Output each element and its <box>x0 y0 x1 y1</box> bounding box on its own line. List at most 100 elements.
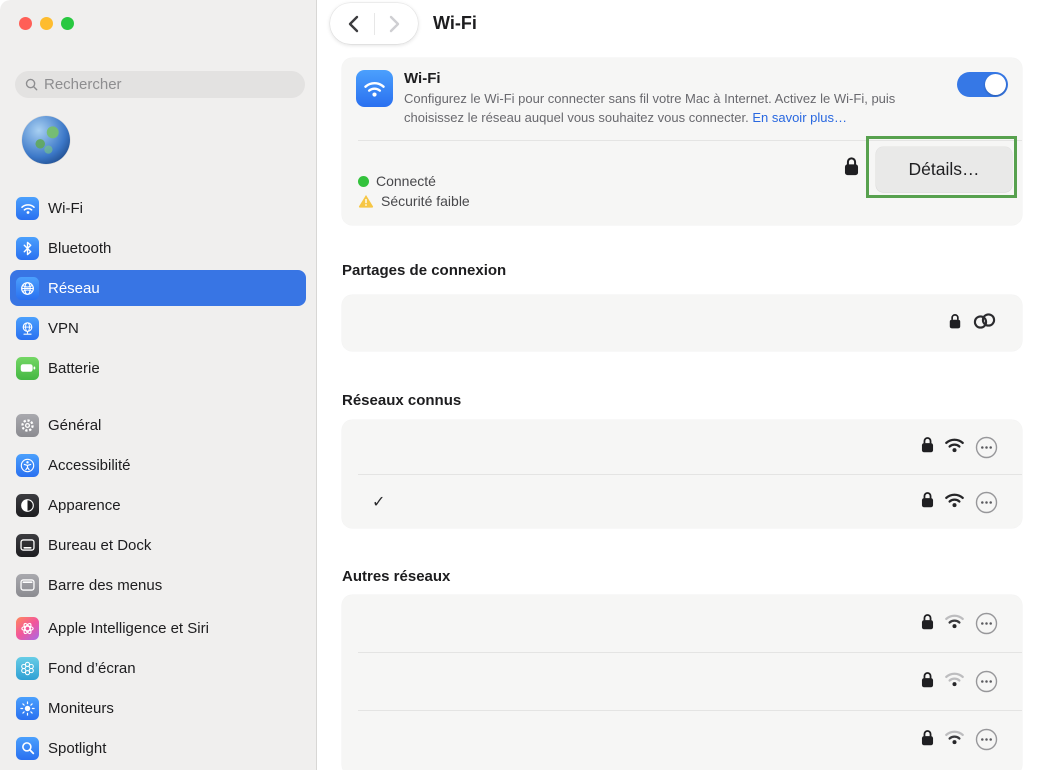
hotspot-row[interactable] <box>342 295 1022 351</box>
lock-icon <box>844 156 859 181</box>
section-title-autres-reseaux: Autres réseaux <box>342 568 1022 585</box>
main-panel: Wi-Fi Wi-Fi <box>318 0 1038 770</box>
sidebar-nav: Wi-Fi Bluetooth <box>10 190 306 770</box>
reseaux-connus-card: ✓ <box>342 420 1022 528</box>
sidebar-item-label: Spotlight <box>48 740 106 757</box>
sidebar: Wi-Fi Bluetooth <box>0 0 317 770</box>
sidebar-item-accessibilite[interactable]: Accessibilité <box>10 447 306 483</box>
zoom-button[interactable] <box>61 17 74 30</box>
other-network-row[interactable] <box>342 653 1022 710</box>
sidebar-item-general[interactable]: Général <box>10 407 306 443</box>
lock-icon <box>921 436 934 458</box>
wifi-toggle[interactable] <box>957 72 1008 97</box>
sidebar-item-label: Barre des menus <box>48 577 162 594</box>
status-connected-label: Connecté <box>376 173 436 189</box>
wallpaper-flower-icon <box>16 657 39 680</box>
content-area: Wi-Fi Configurez le Wi-Fi pour connecter… <box>342 0 1022 770</box>
known-network-row-current[interactable]: ✓ <box>342 475 1022 529</box>
sidebar-item-batterie[interactable]: Batterie <box>10 350 306 386</box>
lock-icon <box>921 613 934 635</box>
learn-more-link[interactable]: En savoir plus… <box>752 110 847 125</box>
sidebar-item-fond-ecran[interactable]: Fond d’écran <box>10 650 306 686</box>
bluetooth-icon <box>16 237 39 260</box>
accessibility-icon <box>16 454 39 477</box>
section-title-partages: Partages de connexion <box>342 262 1022 279</box>
connected-dot-icon <box>358 176 369 187</box>
sidebar-item-label: Apple Intelligence et Siri <box>48 620 209 637</box>
wifi-signal-weak-icon <box>944 671 965 692</box>
globe-icon <box>16 277 39 300</box>
other-network-row[interactable] <box>342 711 1022 768</box>
siri-flower-icon <box>16 617 39 640</box>
lock-icon <box>921 491 934 513</box>
warning-triangle-icon <box>358 194 374 208</box>
sidebar-item-label: Réseau <box>48 280 100 297</box>
sidebar-item-barre-des-menus[interactable]: Barre des menus <box>10 567 306 603</box>
sidebar-item-apple-intelligence-siri[interactable]: Apple Intelligence et Siri <box>10 610 306 646</box>
sidebar-item-label: Apparence <box>48 497 121 514</box>
sidebar-item-label: Fond d’écran <box>48 660 136 677</box>
annotation-highlight-box: Détails… <box>866 136 1017 198</box>
details-button[interactable]: Détails… <box>876 147 1012 192</box>
wifi-signal-medium-icon <box>944 613 965 634</box>
more-ellipsis-icon[interactable] <box>975 670 998 693</box>
battery-icon <box>16 357 39 380</box>
wifi-icon <box>16 197 39 220</box>
search-field[interactable] <box>15 71 305 98</box>
partages-card <box>342 295 1022 351</box>
sidebar-item-apparence[interactable]: Apparence <box>10 487 306 523</box>
sidebar-item-label: Moniteurs <box>48 700 114 717</box>
sidebar-item-label: Wi-Fi <box>48 200 83 217</box>
sidebar-item-label: VPN <box>48 320 79 337</box>
more-ellipsis-icon[interactable] <box>975 612 998 635</box>
traffic-lights <box>19 17 74 30</box>
more-ellipsis-icon[interactable] <box>975 728 998 751</box>
known-network-row[interactable] <box>342 420 1022 474</box>
sidebar-item-label: Général <box>48 417 101 434</box>
status-warning: Sécurité faible <box>358 191 470 211</box>
sidebar-item-spotlight[interactable]: Spotlight <box>10 730 306 766</box>
sidebar-item-wifi[interactable]: Wi-Fi <box>10 190 306 226</box>
sidebar-item-label: Accessibilité <box>48 457 131 474</box>
lock-icon <box>921 729 934 751</box>
sidebar-item-reseau[interactable]: Réseau <box>10 270 306 306</box>
wifi-card-description: Configurez le Wi-Fi pour connecter sans … <box>404 90 952 127</box>
menu-bar-icon <box>16 574 39 597</box>
sidebar-item-label: Bluetooth <box>48 240 111 257</box>
search-input[interactable] <box>44 76 284 93</box>
wifi-app-icon <box>356 70 393 107</box>
wifi-card-title: Wi-Fi <box>404 70 952 87</box>
sidebar-item-vpn[interactable]: VPN <box>10 310 306 346</box>
minimize-button[interactable] <box>40 17 53 30</box>
close-button[interactable] <box>19 17 32 30</box>
lock-icon <box>921 671 934 693</box>
checkmark-icon: ✓ <box>372 492 385 512</box>
gear-icon <box>16 414 39 437</box>
section-title-reseaux-connus: Réseaux connus <box>342 392 1022 409</box>
wifi-status: Connecté Sécurité faible <box>358 171 470 211</box>
appearance-icon <box>16 494 39 517</box>
lock-icon <box>949 313 961 334</box>
system-settings-window: Wi-Fi Bluetooth <box>0 0 1038 770</box>
vpn-globe-icon <box>16 317 39 340</box>
sidebar-item-label: Bureau et Dock <box>48 537 151 554</box>
status-connected: Connecté <box>358 171 470 191</box>
sidebar-item-bluetooth[interactable]: Bluetooth <box>10 230 306 266</box>
more-ellipsis-icon[interactable] <box>975 436 998 459</box>
wifi-signal-medium-icon <box>944 729 965 750</box>
search-icon <box>25 78 38 91</box>
magnifier-icon <box>16 737 39 760</box>
status-warning-label: Sécurité faible <box>381 193 470 209</box>
autres-reseaux-card <box>342 595 1022 770</box>
more-ellipsis-icon[interactable] <box>975 491 998 514</box>
sidebar-item-bureau-et-dock[interactable]: Bureau et Dock <box>10 527 306 563</box>
sidebar-item-moniteurs[interactable]: Moniteurs <box>10 690 306 726</box>
sidebar-item-label: Batterie <box>48 360 100 377</box>
sun-display-icon <box>16 697 39 720</box>
toggle-knob <box>985 74 1006 95</box>
link-chain-icon <box>971 312 998 335</box>
other-network-row[interactable] <box>342 595 1022 652</box>
wifi-signal-full-icon <box>944 492 965 513</box>
desktop-dock-icon <box>16 534 39 557</box>
avatar[interactable] <box>22 116 70 164</box>
